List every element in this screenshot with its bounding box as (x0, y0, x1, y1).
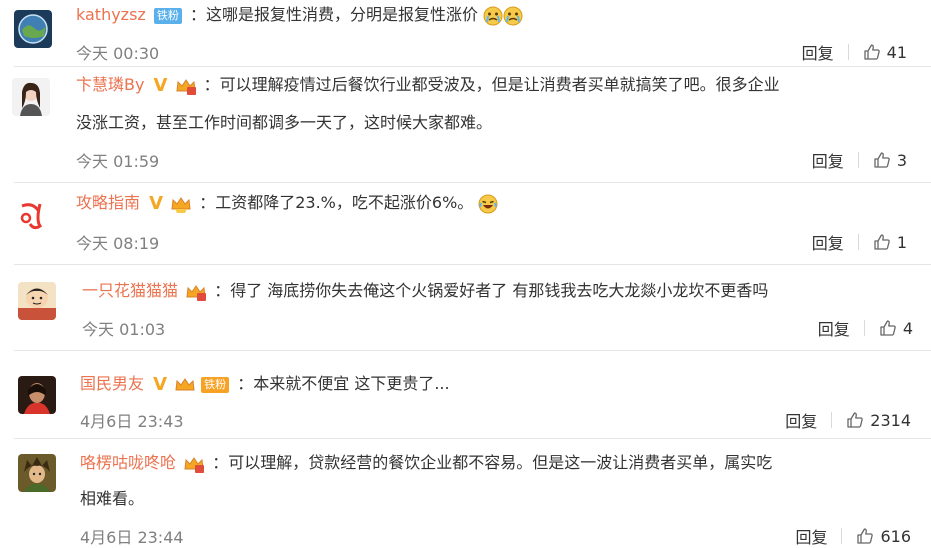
crown-icon (170, 195, 192, 213)
divider (14, 66, 931, 67)
comment-actions: 回复 1 (812, 230, 907, 254)
like-count: 616 (880, 526, 911, 546)
comment-text-line: 咯楞咕咙咚呛 ：可以理解，贷款经营的餐饮企业都不容易。但是这一波让消费者买单，属… (80, 446, 772, 480)
comment-text-line: 相难看。 (80, 482, 144, 516)
comment-actions: 回复 2314 (785, 408, 911, 432)
separator (863, 320, 865, 336)
fan-badge: 铁粉 (153, 7, 182, 24)
commenter-name[interactable]: 攻略指南 (76, 193, 140, 212)
comment-actions: 回复 3 (812, 148, 907, 172)
like-count: 41 (886, 42, 907, 62)
reply-button[interactable]: 回复 (812, 148, 844, 172)
divider (14, 264, 931, 265)
separator (857, 152, 859, 168)
comment-text-line: 国民男友 V 铁粉 ：本来就不便宜 这下更贵了... (80, 367, 450, 402)
like-icon (874, 234, 890, 250)
avatar[interactable] (18, 376, 56, 414)
avatar[interactable] (12, 78, 50, 116)
divider (14, 350, 931, 351)
comment-time: 今天 01:59 (76, 152, 160, 171)
verified-v-icon: V (153, 74, 168, 96)
comment-text: ：可以理解疫情过后餐饮行业都受波及，但是让消费者买单就搞笑了吧。很多企业 (203, 75, 780, 94)
verified-v-icon: V (149, 192, 164, 214)
separator (841, 528, 843, 544)
commenter-name[interactable]: kathyzsz (76, 5, 146, 24)
like-button[interactable]: 41 (863, 43, 907, 62)
crown-icon (175, 77, 197, 95)
like-icon (880, 320, 896, 336)
commenter-name[interactable]: 一只花猫猫猫 (82, 281, 178, 300)
comment-text-line: 卞慧璘By V ：可以理解疫情过后餐饮行业都受波及，但是让消费者买单就搞笑了吧。… (76, 68, 780, 103)
like-count: 1 (896, 232, 907, 252)
comment-text: 相难看。 (80, 489, 145, 508)
reply-button[interactable]: 回复 (802, 40, 834, 64)
comment-text: ：可以理解，贷款经营的餐饮企业都不容易。但是这一波让消费者买单，属实吃 (212, 453, 773, 472)
comment-time: 4月6日 23:44 (80, 528, 184, 547)
reply-button[interactable]: 回复 (818, 316, 850, 340)
separator (857, 234, 859, 250)
comment-text: ：工资都降了23.%，吃不起涨价6%。 (199, 193, 474, 212)
commenter-name[interactable]: 国民男友 (80, 374, 144, 393)
comment-text-line: 攻略指南 V ：工资都降了23.%，吃不起涨价6%。 (76, 186, 498, 221)
like-count: 3 (896, 150, 907, 170)
comment-text: ：本来就不便宜 这下更贵了... (237, 374, 450, 393)
like-button[interactable]: 1 (873, 233, 907, 252)
crown-icon (183, 455, 205, 473)
comment-text: ：得了 海底捞你失去俺这个火锅爱好者了 有那钱我去吃大龙燚小龙坎不更香吗 (214, 281, 769, 300)
crying-emoji-icon (483, 6, 503, 26)
comment-time: 今天 01:03 (82, 320, 166, 339)
separator (847, 44, 849, 60)
like-button[interactable]: 4 (879, 319, 913, 338)
reply-button[interactable]: 回复 (785, 408, 817, 432)
avatar[interactable] (18, 454, 56, 492)
crown-icon (174, 376, 196, 394)
like-icon (863, 44, 880, 60)
like-count: 2314 (870, 410, 911, 430)
verified-v-icon: V (153, 373, 168, 395)
comment-text-line: 没涨工资，甚至工作时间都调多一天了，这时候大家都难。 (76, 106, 492, 140)
divider (14, 182, 931, 183)
avatar[interactable] (14, 196, 52, 234)
comment-time: 今天 08:19 (76, 234, 160, 253)
crown-icon (185, 283, 207, 301)
comment-time: 4月6日 23:43 (80, 412, 184, 431)
comment-actions: 回复 616 (795, 524, 911, 548)
like-icon (847, 412, 864, 428)
like-icon (874, 152, 890, 168)
commenter-name[interactable]: 卞慧璘By (76, 75, 144, 94)
divider (14, 438, 931, 439)
reply-button[interactable]: 回复 (795, 524, 827, 548)
comment-text-line: 一只花猫猫猫 ：得了 海底捞你失去俺这个火锅爱好者了 有那钱我去吃大龙燚小龙坎不… (82, 274, 768, 308)
avatar[interactable] (14, 10, 52, 48)
comment-text: ：这哪是报复性消费，分明是报复性涨价 (190, 5, 479, 24)
like-button[interactable]: 616 (856, 527, 911, 546)
comment-actions: 回复 4 (818, 316, 913, 340)
fan-badge: 铁粉 (201, 376, 230, 393)
comment-text: 没涨工资，甚至工作时间都调多一天了，这时候大家都难。 (76, 113, 493, 132)
like-icon (857, 528, 874, 544)
reply-button[interactable]: 回复 (812, 230, 844, 254)
comment-text-line: kathyzsz 铁粉 ：这哪是报复性消费，分明是报复性涨价 (76, 0, 523, 32)
comment-actions: 回复 41 (802, 40, 907, 64)
crying-emoji-icon (503, 6, 523, 26)
like-button[interactable]: 3 (873, 151, 907, 170)
like-count: 4 (902, 318, 913, 338)
like-button[interactable]: 2314 (846, 411, 911, 430)
laughing-emoji-icon (478, 194, 498, 214)
commenter-name[interactable]: 咯楞咕咙咚呛 (80, 453, 176, 472)
avatar[interactable] (18, 282, 56, 320)
separator (831, 412, 833, 428)
comment-time: 今天 00:30 (76, 44, 160, 63)
